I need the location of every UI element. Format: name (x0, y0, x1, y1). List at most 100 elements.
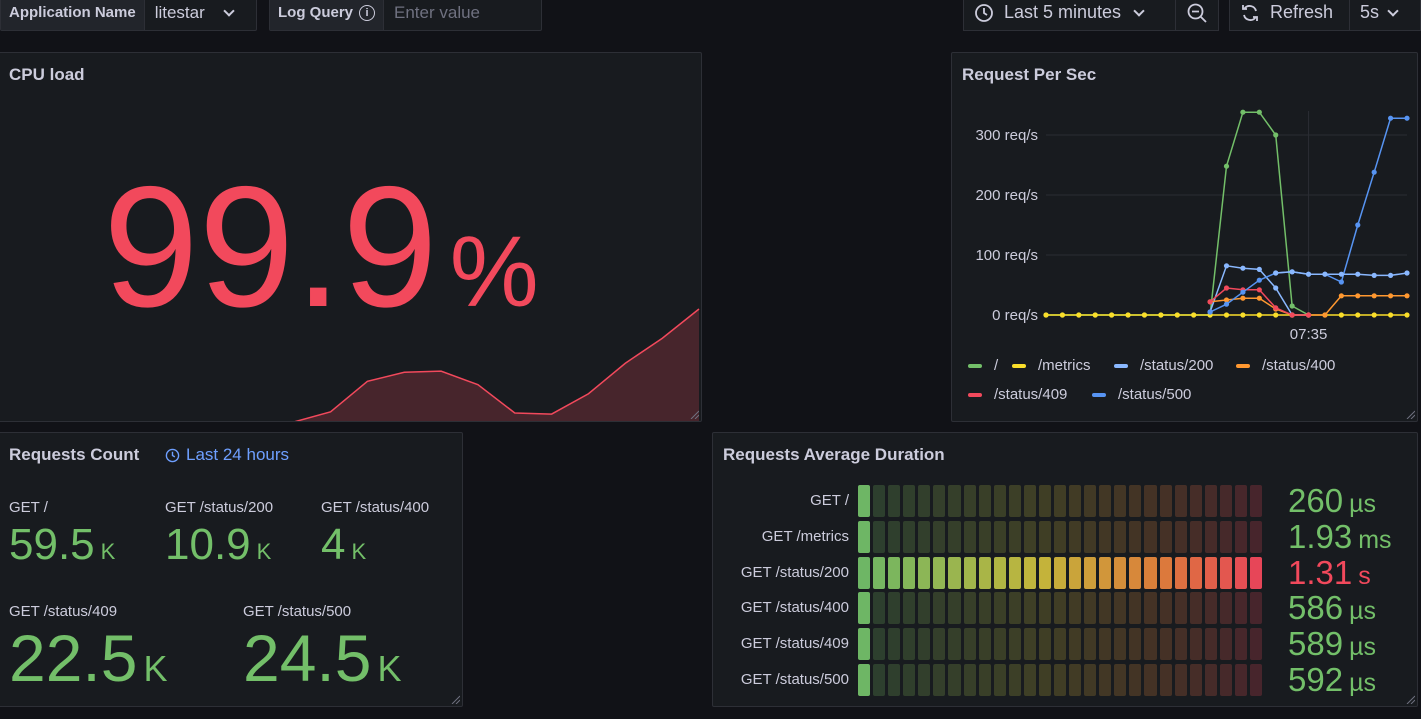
bar-cell (1189, 592, 1202, 625)
bar-cell (858, 485, 871, 517)
refresh-interval-select[interactable]: 5s (1350, 0, 1407, 30)
time-range-button[interactable]: Last 5 minutes (964, 0, 1176, 30)
stat-value: 10.9 K (165, 520, 273, 570)
legend-label: /metrics (1038, 357, 1091, 374)
data-point (1256, 287, 1262, 293)
resize-handle-icon[interactable] (450, 694, 460, 704)
bar-gauge-row: GET /metrics 1.93 ms (713, 517, 1417, 555)
bar-cell (1008, 556, 1021, 589)
bar-cell (1144, 592, 1157, 625)
bar-cell (903, 556, 916, 589)
bar-cell (1159, 556, 1172, 589)
zoom-out-button[interactable] (1176, 0, 1218, 30)
bar-cells (858, 664, 1263, 696)
bar-cell (948, 628, 961, 661)
legend-item[interactable]: /status/400 (1236, 357, 1335, 374)
bar-value: 592 µs (1288, 661, 1376, 699)
legend-item[interactable]: /status/500 (1092, 386, 1191, 403)
chevron-down-icon (1387, 4, 1399, 17)
bar-cell (1114, 628, 1127, 661)
cpu-value: 99.9 (103, 151, 438, 343)
bar-cell (1008, 485, 1021, 517)
bar-value: 1.31 s (1288, 554, 1371, 592)
legend-item[interactable]: / (968, 357, 998, 374)
stat-number: 4 (321, 520, 346, 569)
bar-cell (978, 556, 991, 589)
resize-handle-icon[interactable] (689, 409, 699, 419)
bar-cell (1144, 485, 1157, 517)
bar-cell (1204, 592, 1217, 625)
bar-value-number: 1.93 (1288, 517, 1353, 555)
data-point (1223, 263, 1230, 269)
bar-cell (1219, 520, 1232, 553)
legend-item[interactable]: /metrics (1012, 357, 1091, 374)
bar-cell (1234, 628, 1248, 661)
data-point (1207, 299, 1213, 305)
bar-cell (993, 485, 1006, 517)
bar-label: GET /status/200 (740, 563, 849, 581)
time-override-label: Last 24 hours (186, 445, 290, 464)
series-line (1046, 111, 1309, 316)
log-query-input[interactable]: Enter value (384, 0, 490, 30)
data-point (1338, 293, 1344, 299)
resize-handle-icon[interactable] (1405, 409, 1415, 419)
data-point (1158, 312, 1164, 318)
chevron-down-icon (223, 4, 235, 17)
data-point (1289, 312, 1295, 318)
data-point (1076, 312, 1082, 318)
bar-cell (1114, 592, 1127, 625)
data-point (1387, 293, 1394, 299)
bar-gauge-row: GET /status/200 1.31 s (713, 554, 1417, 592)
bar-cell (978, 485, 991, 517)
bar-cell (918, 485, 931, 517)
bar-cell (1054, 628, 1067, 661)
refresh-button[interactable]: Refresh (1230, 0, 1350, 30)
stat-number: 59.5 (9, 520, 95, 569)
data-point (1223, 163, 1230, 169)
bar-cell (1023, 592, 1036, 625)
bar-cell (963, 520, 976, 553)
data-point (1223, 285, 1230, 291)
bar-cell (1129, 556, 1142, 589)
data-point (1305, 271, 1312, 277)
data-point (1355, 271, 1361, 277)
bar-cells (858, 628, 1263, 661)
application-name-variable[interactable]: Application Name litestar (0, 0, 257, 31)
bar-cell (873, 628, 886, 661)
stat-value: 22.5 K (9, 622, 167, 695)
y-tick-label: 300 req/s (975, 127, 1038, 144)
bar-cell (1114, 664, 1127, 696)
legend-item[interactable]: /status/200 (1114, 357, 1213, 374)
series-extra (1273, 269, 1410, 278)
bar-cell (903, 628, 916, 661)
bar-gauge-row: GET /status/409 589 µs (713, 625, 1417, 662)
log-query-label: Log Query i (270, 0, 385, 30)
stat-get-status-409: GET /status/409 22.5 K (9, 603, 167, 695)
y-tick-label: 200 req/s (975, 187, 1038, 204)
legend-label: /status/400 (1262, 357, 1336, 374)
bar-cell (1114, 556, 1127, 589)
bar-cell (993, 520, 1006, 553)
bar-cell (1054, 592, 1067, 625)
refresh-picker[interactable]: Refresh 5s (1229, 0, 1421, 31)
time-range-label: Last 5 minutes (1004, 2, 1122, 22)
y-tick-label: 0 req/s (992, 307, 1038, 324)
data-point (1141, 312, 1148, 318)
bar-cell (1084, 664, 1097, 696)
bar-cell (918, 556, 931, 589)
bar-cell (1174, 520, 1187, 553)
bar-cell (1084, 628, 1097, 661)
info-icon[interactable]: i (359, 4, 376, 21)
application-name-select[interactable]: litestar (145, 0, 243, 30)
resize-handle-icon[interactable] (1405, 694, 1415, 704)
legend-swatch (968, 363, 982, 368)
bar-cell (1084, 556, 1097, 589)
data-point (1355, 293, 1361, 299)
bar-cell (1069, 592, 1082, 625)
stat-unit: K (351, 539, 367, 564)
log-query-variable[interactable]: Log Query i Enter value (269, 0, 542, 31)
legend-item[interactable]: /status/409 (968, 386, 1067, 403)
time-range-picker[interactable]: Last 5 minutes (963, 0, 1219, 31)
bar-cell (1038, 520, 1052, 553)
data-point (1223, 301, 1230, 307)
